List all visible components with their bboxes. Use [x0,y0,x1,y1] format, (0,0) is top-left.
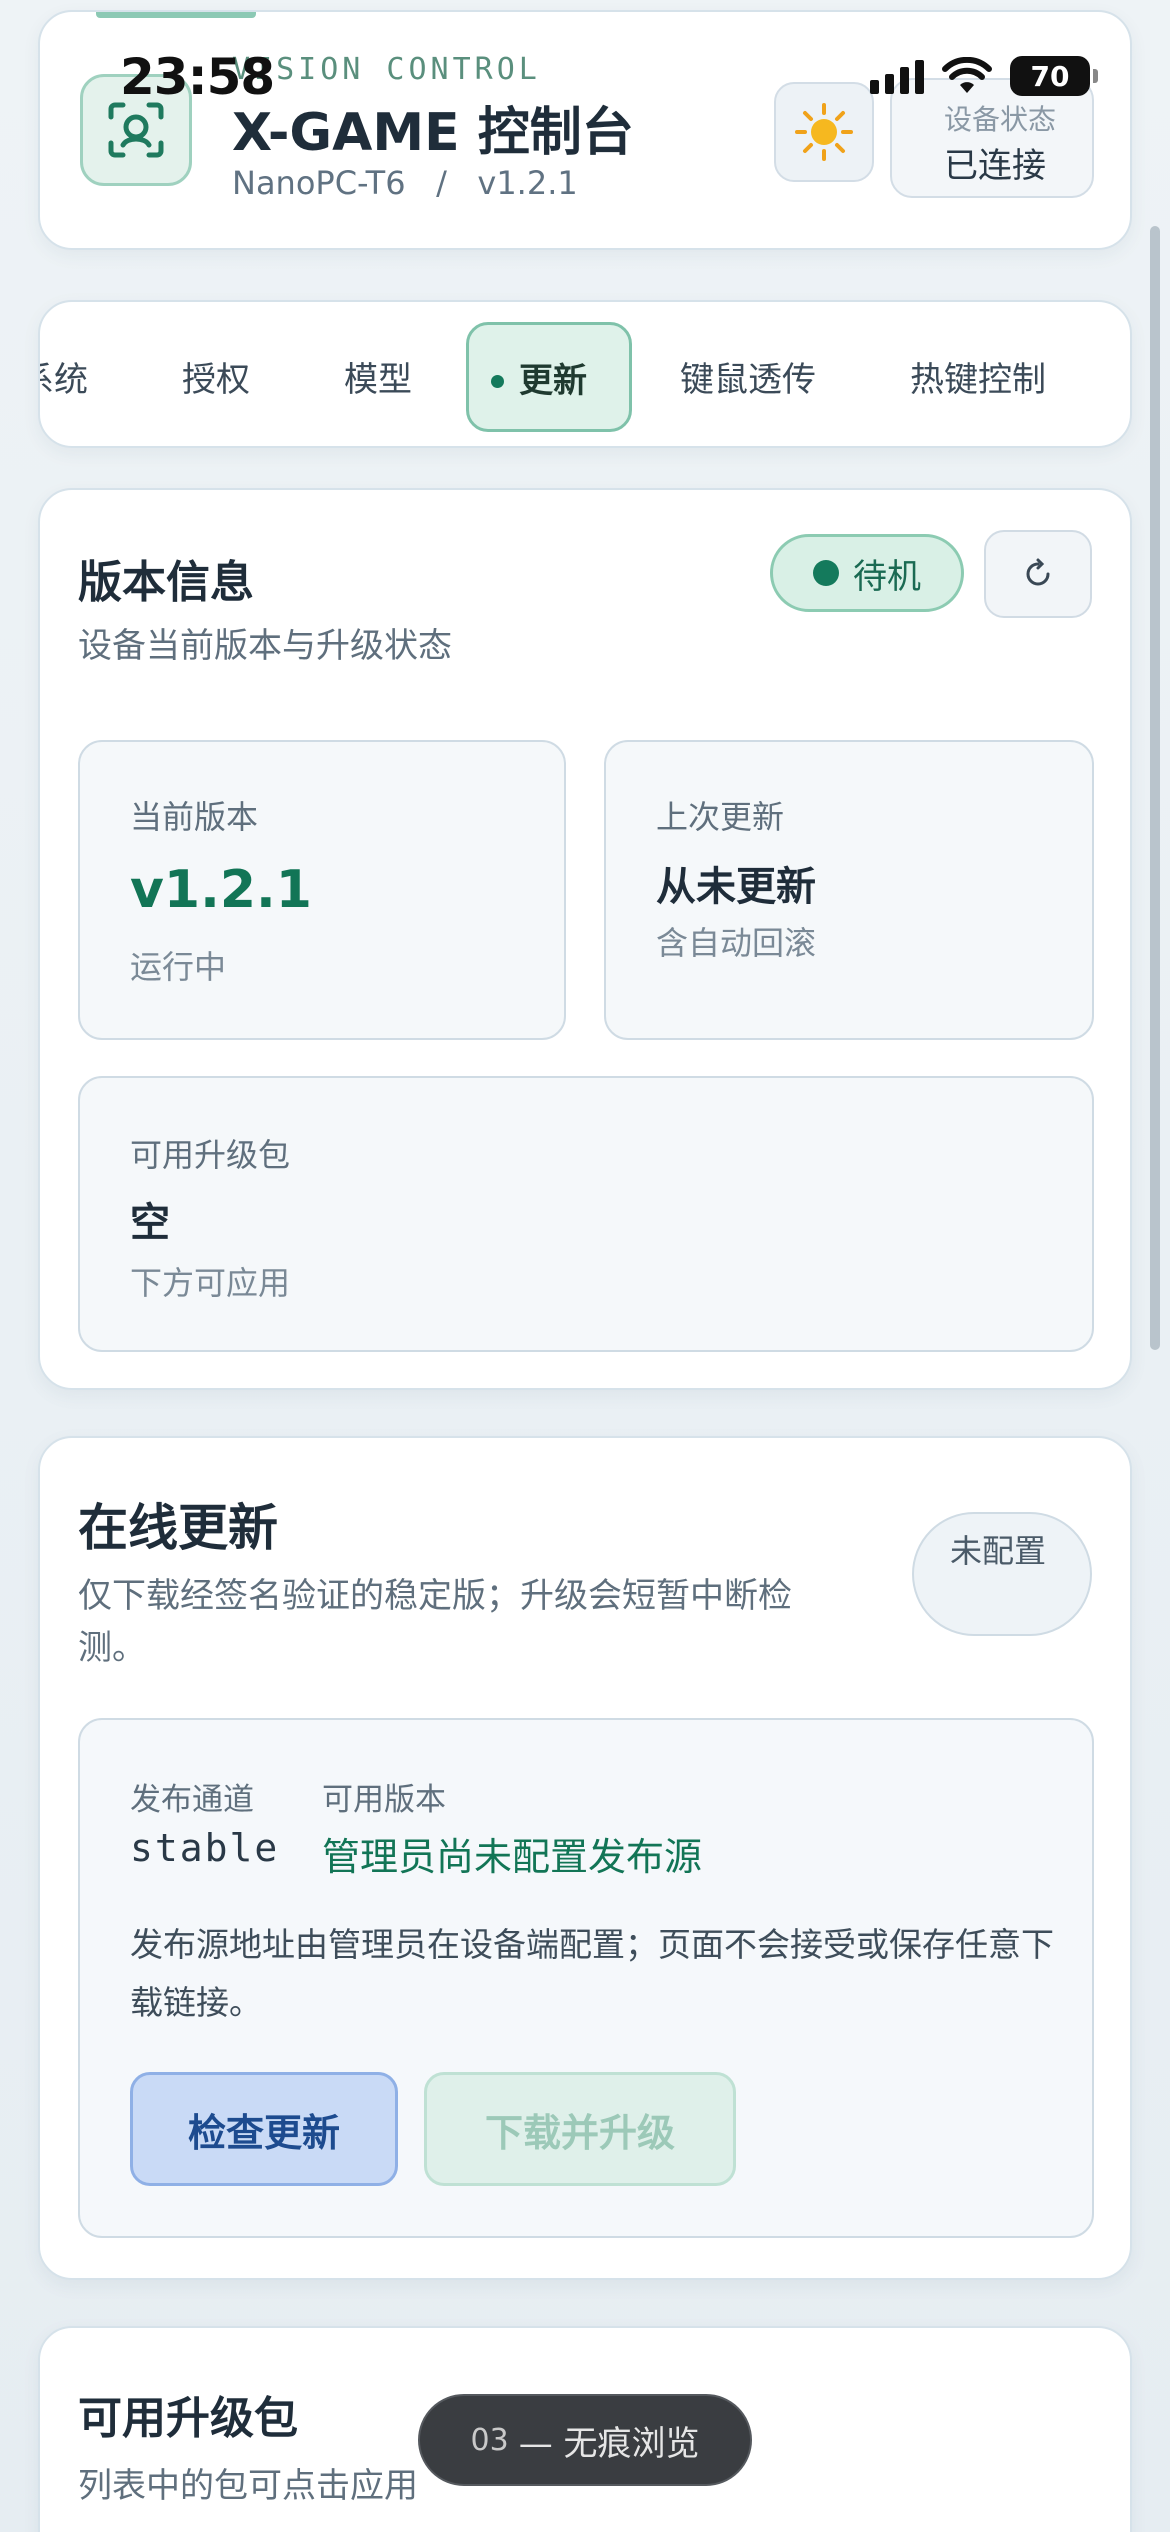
tab-update[interactable]: 更新 [466,322,632,432]
current-version-note: 运行中 [130,948,227,986]
tab-license[interactable]: 授权 [182,302,250,446]
current-version-value: v1.2.1 [130,860,312,920]
device-version: v1.2.1 [477,164,578,202]
status-badge-label: 待机 [853,556,921,597]
header-card: VISION CONTROL X-GAME 控制台 NanoPC-T6 / v1… [38,10,1132,250]
private-browsing-pill[interactable]: 03 — 无痕浏览 [418,2394,752,2486]
refresh-button[interactable] [984,530,1092,618]
scrollbar[interactable] [1150,226,1160,1350]
available-package-label: 可用升级包 [130,1136,291,1174]
online-update-card: 在线更新 仅下载经签名验证的稳定版；升级会短暂中断检测。 未配置 发布通道 可用… [38,1436,1132,2280]
tab-kvm-passthrough[interactable]: 键鼠透传 [680,302,816,446]
tab-hotkey-control[interactable]: 热键控制 [910,302,1046,446]
check-update-button[interactable]: 检查更新 [130,2072,398,2186]
config-status-badge: 未配置 [912,1512,1092,1636]
available-package-note: 下方可应用 [130,1264,291,1302]
online-update-subtitle: 仅下载经签名验证的稳定版；升级会短暂中断检测。 [78,1576,792,1668]
page: 23:58 70 VISION CONTROL X-GAME 控制台 NanoP… [0,0,1170,2532]
upgrade-packages-subtitle: 列表中的包可点击应用 [78,2466,418,2506]
tab-model[interactable]: 模型 [344,302,412,446]
tab-bar: 系统 授权 模型 更新 键鼠透传 热键控制 [38,300,1132,448]
last-update-box: 上次更新 从未更新 含自动回滚 [604,740,1094,1040]
header-kicker: VISION CONTROL [232,52,541,87]
last-update-label: 上次更新 [656,798,785,836]
tab-count: 03 [470,2422,509,2458]
release-channel-box: 发布通道 可用版本 stable 管理员尚未配置发布源 发布源地址由管理员在设备… [78,1718,1094,2238]
available-package-box: 可用升级包 空 下方可应用 [78,1076,1094,1352]
device-status-label: 设备状态 [944,103,1057,136]
upgrade-packages-title: 可用升级包 [78,2393,298,2444]
sun-icon [795,103,853,161]
app-title: X-GAME 控制台 [232,103,634,163]
scan-eye-icon [80,74,192,186]
device-separator: / [436,164,447,202]
version-info-title: 版本信息 [78,557,254,608]
version-info-card: 版本信息 设备当前版本与升级状态 待机 当前版本 v1.2.1 运行中 上次更新… [38,488,1132,1390]
header-accent [96,12,256,18]
online-update-title: 在线更新 [78,1499,278,1557]
available-version-value: 管理员尚未配置发布源 [322,1835,703,1879]
private-browsing-label: — 无痕浏览 [518,2423,700,2464]
tab-system[interactable]: 系统 [40,302,88,446]
current-version-label: 当前版本 [130,798,259,836]
last-update-value: 从未更新 [656,864,816,910]
release-source-description: 发布源地址由管理员在设备端配置；页面不会接受或保存任意下载链接。 [130,1925,1054,2022]
download-upgrade-button[interactable]: 下载并升级 [424,2072,736,2186]
available-package-value: 空 [130,1200,170,1246]
refresh-icon [1026,558,1050,586]
device-status-box: 设备状态 已连接 [890,78,1094,198]
theme-toggle-button[interactable] [774,82,874,182]
available-version-label: 可用版本 [322,1782,446,1818]
status-dot-icon [813,560,839,586]
device-info: NanoPC-T6 / v1.2.1 [232,164,578,202]
last-update-note: 含自动回滚 [656,924,817,962]
current-version-box: 当前版本 v1.2.1 运行中 [78,740,566,1040]
release-channel-value: stable [130,1826,280,1870]
status-badge: 待机 [770,534,964,612]
device-status-value: 已连接 [944,146,1046,186]
release-channel-label: 发布通道 [130,1782,254,1818]
version-info-subtitle: 设备当前版本与升级状态 [78,626,452,666]
device-name: NanoPC-T6 [232,164,406,202]
